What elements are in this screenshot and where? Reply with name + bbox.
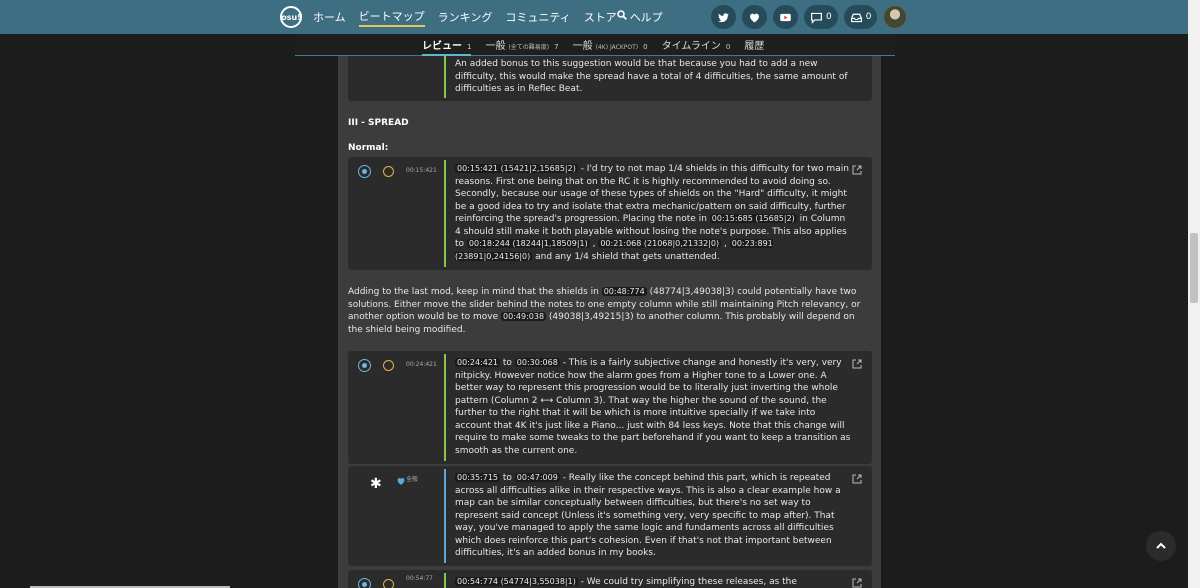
discussion-content: An added bonus to this suggestion would … — [338, 56, 881, 588]
external-link-icon[interactable] — [852, 165, 862, 175]
praise-icon — [397, 478, 405, 485]
youtube-icon — [780, 13, 791, 21]
timestamp-link[interactable]: 00:24:421 — [455, 358, 501, 367]
timestamp-link[interactable]: 00:48:774 — [601, 287, 647, 296]
tab-review-label: レビュー — [422, 41, 462, 52]
tab-general-all[interactable]: 一般 (全ての難易度) 7 — [485, 37, 558, 52]
discussion-post: 00:54:77 00:54:774 (54774|3,55038|1) - W… — [348, 570, 872, 588]
nav-home[interactable]: ホーム — [313, 9, 346, 25]
chat-icon — [811, 12, 822, 24]
timestamp-link[interactable]: 00:54:774 (54774|3,55038|1) — [455, 577, 578, 586]
tab-review-count: 1 — [467, 43, 472, 51]
tab-general-all-label: 一般 — [485, 41, 506, 52]
external-link-icon[interactable] — [852, 359, 862, 369]
nav-community[interactable]: コミュニティ — [505, 9, 570, 25]
tab-timeline-label: タイムライン — [661, 41, 721, 52]
post-timestamp[interactable]: 00:54:77 — [406, 575, 438, 583]
post-text: An added bonus to this suggestion would … — [455, 59, 848, 94]
text-segment: and any 1/4 shield that gets unattended. — [532, 251, 720, 262]
text-segment: - This is a fairly subjective change and… — [455, 358, 851, 456]
timestamp-link[interactable]: 00:47:009 — [514, 473, 560, 482]
nav-store[interactable]: ストア — [584, 9, 617, 25]
timestamp-link[interactable]: 00:30:068 — [514, 358, 560, 367]
general-scope-icon: ✱ — [370, 476, 382, 492]
user-avatar[interactable] — [883, 5, 908, 29]
youtube-button[interactable] — [773, 5, 798, 29]
twitter-button[interactable] — [711, 5, 736, 29]
tab-timeline[interactable]: タイムライン 0 — [662, 37, 731, 52]
praise-bar — [444, 354, 446, 461]
general-bar — [444, 469, 446, 563]
external-link-icon[interactable] — [852, 474, 862, 484]
timestamp-link[interactable]: 00:21:068 (21068|0,21332|0) — [598, 239, 722, 248]
post-timestamp[interactable]: 00:24:421 — [406, 361, 438, 369]
inbox-icon — [850, 13, 862, 22]
discussion-icon[interactable] — [358, 578, 371, 588]
section-heading: III - SPREAD — [348, 118, 409, 128]
discussion-post: An added bonus to this suggestion would … — [348, 56, 872, 101]
tab-general-all-sub: (全ての難易度) — [508, 44, 550, 51]
praise-bar — [444, 573, 446, 588]
twitter-icon — [718, 12, 729, 22]
text-segment: to — [500, 473, 515, 483]
top-nav: osu! ホーム ビートマップ ランキング コミュニティ ストア ヘルプ 0 0 — [0, 0, 1188, 34]
difficulty-label: Normal: — [348, 143, 389, 153]
post-text: 00:35:715 to 00:47:009 - Really like the… — [455, 472, 851, 560]
text-segment: , — [721, 239, 730, 249]
timestamp-link[interactable]: 00:35:715 — [455, 473, 501, 482]
discussion-post: 00:24:421 00:24:421 to 00:30:068 - This … — [348, 351, 872, 464]
chat-count: 0 — [826, 12, 832, 22]
osu-logo[interactable]: osu! — [280, 6, 302, 28]
tab-general-diff-sub: (4K) JACKPOT) — [595, 44, 639, 51]
text-segment: - Really like the concept behind this pa… — [455, 473, 841, 558]
suggestion-icon — [383, 360, 394, 371]
praise-bar — [444, 160, 446, 267]
text-segment: to — [500, 358, 515, 368]
discussion-post: 00:15:421 00:15:421 (15421|2,15685|2) - … — [348, 157, 872, 270]
tab-timeline-count: 0 — [725, 43, 731, 51]
tab-history[interactable]: 履歴 — [744, 37, 764, 52]
tab-general-diff[interactable]: 一般 (4K) JACKPOT) 0 — [573, 37, 648, 52]
discussion-icon[interactable] — [358, 359, 371, 372]
discussion-tabs: レビュー 1 一般 (全ての難易度) 7 一般 (4K) JACKPOT) 0 タイ… — [295, 34, 895, 56]
tab-history-label: 履歴 — [744, 41, 765, 52]
discussion-icon[interactable] — [358, 165, 371, 178]
external-link-icon[interactable] — [852, 578, 862, 588]
support-button[interactable] — [742, 5, 767, 29]
praise-bar — [444, 56, 446, 98]
chevron-up-icon — [1156, 542, 1166, 549]
nav-rankings[interactable]: ランキング — [438, 9, 493, 25]
post-text: 00:24:421 to 00:30:068 - This is a fairl… — [455, 357, 851, 457]
suggestion-icon — [383, 166, 394, 177]
tab-review[interactable]: レビュー 1 — [422, 37, 472, 56]
timestamp-link[interactable]: 00:15:421 (15421|2,15685|2) — [455, 164, 578, 173]
post-text: 00:15:421 (15421|2,15685|2) - I'd try to… — [455, 163, 851, 263]
post-scope: 全般 — [406, 476, 419, 483]
chat-button[interactable]: 0 — [804, 5, 838, 29]
heart-icon — [750, 13, 759, 22]
nav-help[interactable]: ヘルプ — [630, 9, 663, 25]
tab-general-diff-label: 一般 — [572, 41, 593, 52]
back-to-top-button[interactable] — [1146, 531, 1176, 561]
notification-count: 0 — [865, 12, 872, 22]
timestamp-link[interactable]: 00:49:038 — [501, 312, 547, 321]
timestamp-link[interactable]: 00:15:685 (15685|2) — [709, 214, 797, 223]
suggestion-icon — [383, 579, 394, 588]
scrollbar-thumb[interactable] — [1190, 233, 1198, 303]
nav-beatmaps[interactable]: ビートマップ — [358, 8, 425, 27]
review-paragraph: Adding to the last mod, keep in mind tha… — [348, 286, 872, 336]
notifications-button[interactable]: 0 — [843, 5, 878, 29]
nav-links: ホーム ビートマップ ランキング コミュニティ ストア ヘルプ — [313, 0, 663, 34]
timestamp-link[interactable]: 00:18:244 (18244|1,18509|1) — [466, 239, 590, 248]
tab-general-diff-count: 0 — [643, 43, 648, 51]
discussion-post: ✱ 全般 00:35:715 to 00:47:009 - Really lik… — [348, 466, 872, 566]
text-segment: Adding to the last mod, keep in mind tha… — [348, 287, 602, 297]
search-icon[interactable] — [617, 10, 627, 20]
tab-general-all-count: 7 — [554, 43, 559, 51]
post-text: 00:54:774 (54774|3,55038|1) - We could t… — [455, 576, 851, 588]
post-timestamp[interactable]: 00:15:421 — [406, 167, 438, 175]
nav-right: 0 0 — [711, 5, 908, 29]
